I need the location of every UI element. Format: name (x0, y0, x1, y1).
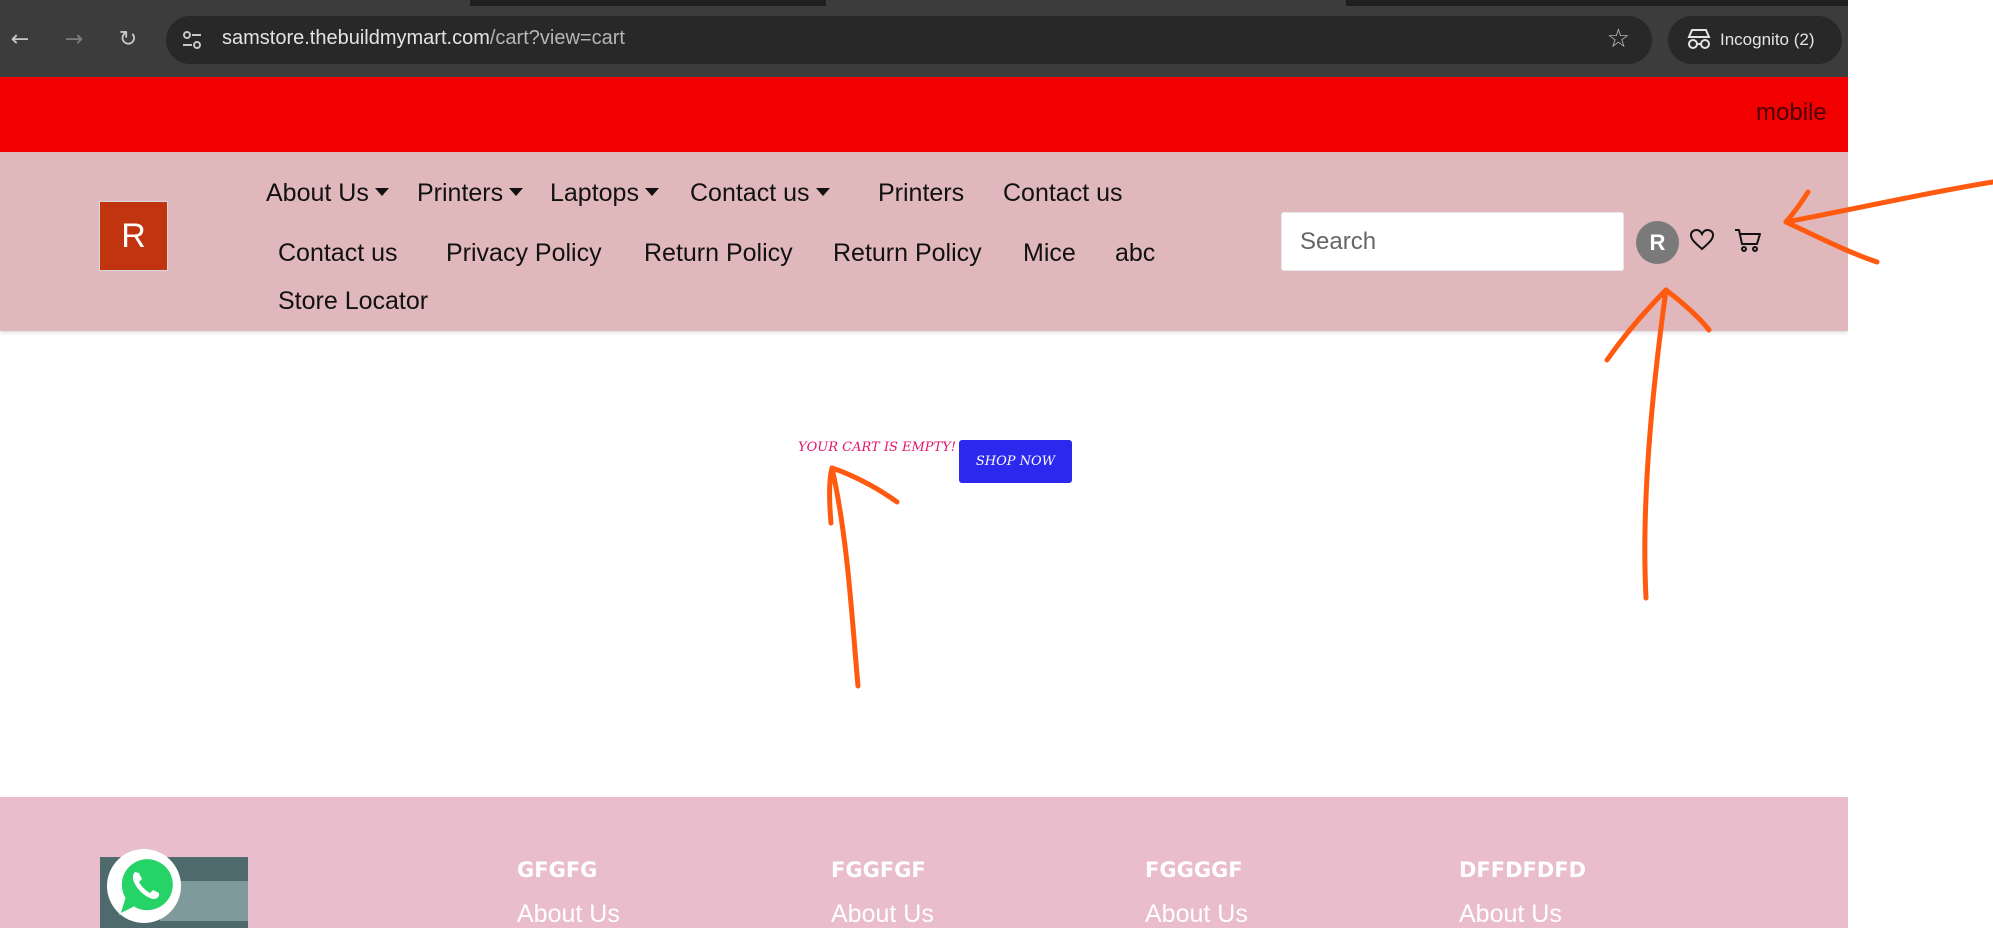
annotation-arrowhead-empty-cart (827, 465, 900, 526)
nav-label: Laptops (550, 179, 639, 207)
nav-label: Return Policy (644, 239, 793, 267)
screenshot-stage: ← → ↻ samstore.thebuildmymart.com/cart?v… (0, 0, 1993, 928)
nav-label: Contact us (1003, 179, 1123, 207)
footer-col-heading: GFGFG (517, 858, 598, 882)
cart-empty-message: YOUR CART IS EMPTY! (798, 440, 957, 455)
footer-col-heading: FGGFGF (831, 858, 926, 882)
caret-down-icon (644, 188, 659, 196)
nav-label: About Us (266, 179, 369, 207)
reload-icon[interactable]: ↻ (110, 22, 146, 58)
forward-icon[interactable]: → (56, 22, 92, 58)
incognito-profile-button[interactable]: Incognito (2) (1668, 16, 1842, 64)
nav-printers-link[interactable]: Printers (878, 179, 964, 208)
nav-label: Contact us (690, 179, 810, 207)
nav-label: Return Policy (833, 239, 982, 267)
nav-label: Privacy Policy (446, 239, 602, 267)
nav-label: Store Locator (278, 287, 429, 315)
nav-laptops-dropdown[interactable]: Laptops (550, 179, 659, 208)
incognito-label: Incognito (2) (1720, 30, 1815, 49)
caret-down-icon (815, 188, 830, 196)
active-tab-edge[interactable] (0, 0, 470, 6)
caret-down-icon (374, 188, 389, 196)
annotation-arrow-avatar (1642, 287, 1669, 601)
nav-abc[interactable]: abc (1115, 239, 1155, 268)
avatar-letter: R (1649, 230, 1666, 255)
nav-label: Contact us (278, 239, 398, 267)
back-icon[interactable]: ← (2, 22, 38, 58)
url-path: /cart?view=cart (489, 27, 625, 49)
incognito-icon (1687, 29, 1711, 49)
announcement-text: mobile (1756, 99, 1827, 126)
user-avatar[interactable]: R (1636, 221, 1679, 264)
announcement-bar: mobile (0, 77, 1848, 152)
cart-icon[interactable] (1733, 225, 1763, 255)
nav-return-policy-2[interactable]: Return Policy (833, 239, 982, 268)
nav-label: Mice (1023, 239, 1076, 267)
nav-label: Printers (878, 179, 965, 207)
footer-col-heading: FGGGGF (1145, 858, 1243, 882)
nav-contact-us-link-2[interactable]: Contact us (278, 239, 398, 268)
search-input[interactable] (1281, 212, 1624, 271)
nav-mice[interactable]: Mice (1023, 239, 1076, 268)
nav-label: abc (1115, 239, 1156, 267)
browser-offscreen-area (1848, 0, 1993, 77)
nav-store-locator[interactable]: Store Locator (278, 287, 428, 316)
outside-viewport-area (1848, 77, 1993, 928)
url-host: samstore.thebuildmymart.com (222, 27, 490, 49)
url-text[interactable]: samstore.thebuildmymart.com/cart?view=ca… (222, 27, 625, 50)
footer-link-about-us[interactable]: About Us (831, 900, 934, 928)
footer-link-about-us[interactable]: About Us (1459, 900, 1562, 928)
address-bar[interactable]: samstore.thebuildmymart.com/cart?view=ca… (166, 16, 1652, 64)
nav-return-policy[interactable]: Return Policy (644, 239, 793, 268)
nav-about-us-dropdown[interactable]: About Us (266, 179, 389, 208)
footer-link-about-us[interactable]: About Us (517, 900, 620, 928)
caret-down-icon (509, 188, 524, 196)
nav-contact-us-dropdown[interactable]: Contact us (690, 179, 830, 208)
footer-col-heading: DFFDFDFD (1459, 858, 1587, 882)
nav-contact-us-link[interactable]: Contact us (1003, 179, 1123, 208)
site-header: R About Us Printers Laptops Contact us P… (0, 152, 1848, 331)
shop-now-button[interactable]: SHOP NOW (959, 440, 1072, 483)
browser-toolbar: ← → ↻ samstore.thebuildmymart.com/cart?v… (0, 0, 1993, 77)
logo-letter: R (121, 217, 146, 255)
site-footer: GFGFG About Us FGGFGF About Us FGGGGF Ab… (0, 797, 1848, 928)
site-logo[interactable]: R (99, 201, 168, 271)
annotation-arrow-empty-cart (829, 465, 861, 689)
inactive-tab-edge[interactable] (826, 0, 1346, 6)
nav-label: Printers (417, 179, 504, 207)
footer-link-about-us[interactable]: About Us (1145, 900, 1248, 928)
site-settings-icon[interactable] (180, 28, 204, 52)
nav-privacy-policy[interactable]: Privacy Policy (446, 239, 602, 268)
nav-printers-dropdown[interactable]: Printers (417, 179, 524, 208)
bookmark-star-icon[interactable]: ☆ (1607, 24, 1630, 54)
whatsapp-icon[interactable] (104, 846, 184, 928)
wishlist-heart-icon[interactable] (1688, 226, 1716, 254)
